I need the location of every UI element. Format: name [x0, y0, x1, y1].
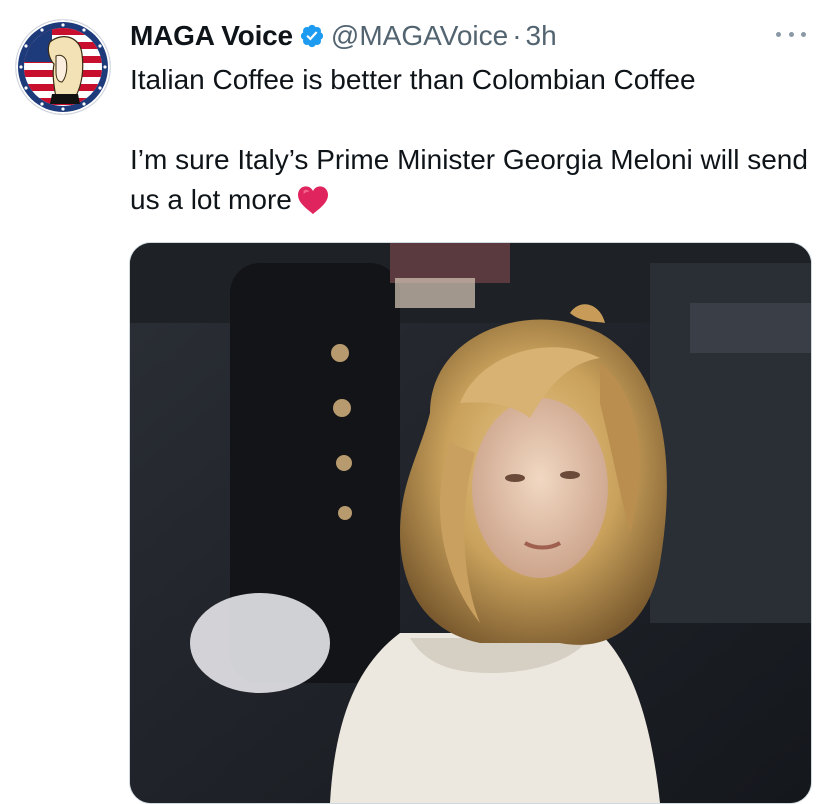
verified-badge-icon[interactable] — [299, 23, 325, 49]
tweet-text-paragraph-2: I’m sure Italy’s Prime Minister Georgia … — [130, 140, 810, 220]
tweet-card[interactable]: MAGA Voice @MAGAVoice · 3h Italian Coffe… — [0, 0, 828, 804]
red-heart-icon — [296, 185, 330, 215]
video-still-image — [130, 243, 811, 803]
tweet-header: MAGA Voice @MAGAVoice · 3h — [130, 18, 557, 54]
author-avatar[interactable] — [16, 20, 110, 114]
author-handle[interactable]: @MAGAVoice — [331, 20, 508, 52]
flag-portrait-avatar-icon — [16, 20, 110, 114]
tweet-text-line-1: Italian Coffee is better than Colombian … — [130, 64, 696, 95]
more-dots-icon[interactable] — [776, 22, 806, 46]
tweet-text-line-2: I’m sure Italy’s Prime Minister Georgia … — [130, 144, 808, 215]
tweet-video-media[interactable] — [129, 242, 812, 804]
separator-dot: · — [512, 20, 522, 51]
tweet-timestamp[interactable]: 3h — [526, 20, 557, 52]
author-display-name[interactable]: MAGA Voice — [130, 20, 293, 52]
tweet-text: Italian Coffee is better than Colombian … — [130, 60, 810, 220]
